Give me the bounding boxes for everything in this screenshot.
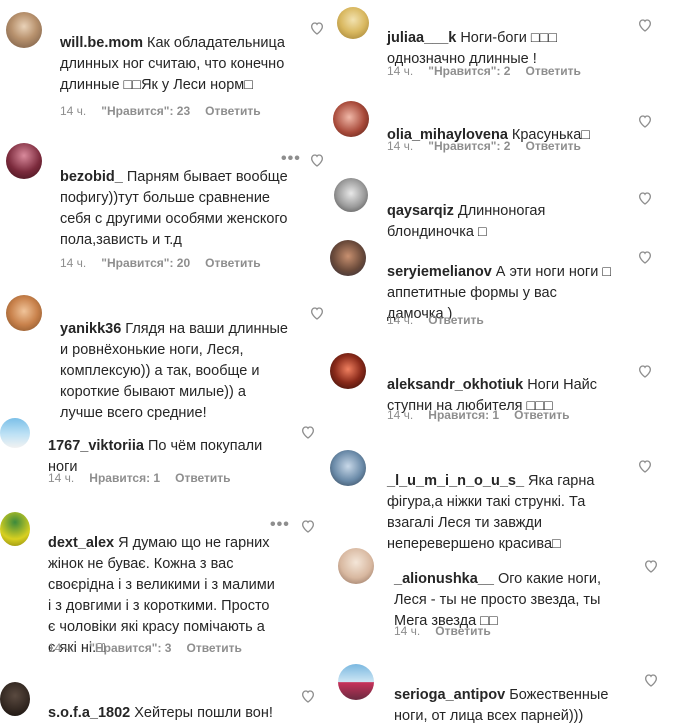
comment-text-block: juliaa___k Ноги-боги □□□ однозначно длинн… [387, 7, 637, 70]
comment-username[interactable]: _alionushka__ [394, 571, 494, 587]
heart-icon[interactable] [300, 424, 316, 440]
comment-username[interactable]: s.o.f.a_1802 [48, 705, 130, 721]
comment-text-block: s.o.f.a_1802 Хейтеры пошли вон! [48, 682, 298, 724]
avatar[interactable] [6, 12, 42, 48]
avatar[interactable] [330, 240, 366, 276]
comment-username[interactable]: _l_u_m_i_n_o_u_s_ [387, 473, 524, 489]
comment-time[interactable]: 14 ч. [48, 641, 74, 655]
heart-icon[interactable] [300, 688, 316, 704]
more-options-icon[interactable]: ••• [281, 150, 301, 168]
avatar[interactable] [330, 353, 366, 389]
comment-meta: 14 ч. "Нравится": 23 Ответить [60, 104, 276, 118]
heart-icon[interactable] [643, 558, 659, 574]
reply-button[interactable]: Ответить [205, 256, 260, 270]
comment-text-block: qaysarqiz Длинноногая блондиночка □ [387, 180, 617, 243]
comment-username[interactable]: yanikk36 [60, 321, 121, 337]
reply-button[interactable]: Ответить [175, 471, 230, 485]
reply-button[interactable]: Ответить [205, 104, 260, 118]
comment-username[interactable]: qaysarqiz [387, 203, 454, 219]
comment-time[interactable]: 14 ч. [394, 624, 420, 638]
heart-icon[interactable] [300, 518, 316, 534]
comment-username[interactable]: dext_alex [48, 535, 114, 551]
reply-button[interactable]: Ответить [525, 139, 580, 153]
avatar[interactable] [338, 548, 374, 584]
comment-meta: 14 ч. "Нравится": 3 Ответить [48, 641, 257, 655]
comment-meta: 14 ч. "Нравится": 20 Ответить [60, 256, 276, 270]
comment-time[interactable]: 14 ч. [387, 408, 413, 422]
comment-meta: 14 ч. "Нравится": 2 Ответить [387, 139, 596, 153]
comment-text-block: dext_alex Я думаю що не гарних жінок не б… [48, 512, 276, 659]
comment-text: Я думаю що не гарних жінок не буває. Кож… [48, 535, 275, 656]
comment-username[interactable]: serioga_antipov [394, 687, 505, 703]
avatar[interactable] [333, 101, 369, 137]
comment-username[interactable]: juliaa___k [387, 30, 456, 46]
heart-icon[interactable] [637, 190, 653, 206]
comment-text-block: _l_u_m_i_n_o_u_s_ Яка гарна фігура,а ніжк… [387, 450, 619, 555]
reply-button[interactable]: Ответить [435, 624, 490, 638]
comment-meta: 14 ч. Ответить [394, 624, 506, 638]
comment-text-block: bezobid_ Парням бывает вообще пофигу))тут… [60, 146, 290, 251]
comment-text-block: 1767_viktoriia По чём покупали ноги [48, 415, 284, 478]
avatar[interactable] [337, 7, 369, 39]
avatar[interactable] [334, 178, 368, 212]
comment-time[interactable]: 14 ч. [387, 313, 413, 327]
comment-likes[interactable]: Нравится: 1 [89, 471, 160, 485]
comment-text-block: will.be.mom Как обладательница длинных но… [60, 12, 292, 96]
comments-column-left: will.be.mom Как обладательница длинных но… [0, 0, 337, 725]
heart-icon[interactable] [309, 305, 325, 321]
comment-meta: 14 ч. "Нравится": 2 Ответить [387, 64, 596, 78]
heart-icon[interactable] [637, 363, 653, 379]
avatar[interactable] [0, 512, 30, 546]
comment-username[interactable]: seryiemelianov [387, 264, 492, 280]
heart-icon[interactable] [637, 113, 653, 129]
comment-likes[interactable]: "Нравится": 2 [428, 64, 510, 78]
comment-likes[interactable]: "Нравится": 3 [89, 641, 171, 655]
comment-text-block: serioga_antipov Божественные ноги, от лиц… [394, 664, 626, 727]
comment-username[interactable]: bezobid_ [60, 169, 123, 185]
comment-time[interactable]: 14 ч. [387, 139, 413, 153]
more-options-icon[interactable]: ••• [270, 516, 290, 534]
avatar[interactable] [0, 418, 30, 448]
comment-likes[interactable]: "Нравится": 2 [428, 139, 510, 153]
avatar[interactable] [6, 143, 42, 179]
heart-icon[interactable] [309, 152, 325, 168]
comment-likes[interactable]: "Нравится": 23 [101, 104, 190, 118]
comment-text-block: yanikk36 Глядя на ваши длинные и ровнёхон… [60, 298, 292, 424]
comment-likes[interactable]: Нравится: 1 [428, 408, 499, 422]
comment-meta: 14 ч. Нравится: 1 Ответить [387, 408, 585, 422]
comment-likes[interactable]: "Нравится": 20 [101, 256, 190, 270]
comment-time[interactable]: 14 ч. [60, 104, 86, 118]
avatar[interactable] [338, 664, 374, 700]
comment-username[interactable]: aleksandr_okhotiuk [387, 377, 523, 393]
comment-text: Хейтеры пошли вон! [134, 705, 273, 721]
reply-button[interactable]: Ответить [525, 64, 580, 78]
comment-meta: 14 ч. Нравится: 1 Ответить [48, 471, 246, 485]
heart-icon[interactable] [643, 672, 659, 688]
reply-button[interactable]: Ответить [514, 408, 569, 422]
heart-icon[interactable] [637, 249, 653, 265]
comment-time[interactable]: 14 ч. [387, 64, 413, 78]
avatar[interactable] [6, 295, 42, 331]
comment-username[interactable]: will.be.mom [60, 35, 143, 51]
reply-button[interactable]: Ответить [186, 641, 241, 655]
heart-icon[interactable] [637, 17, 653, 33]
comment-username[interactable]: 1767_viktoriia [48, 438, 144, 454]
comment-text-block: _alionushka__ Ого какие ноги, Леся - ты н… [394, 548, 626, 632]
comments-column-right: juliaa___k Ноги-боги □□□ однозначно длинн… [330, 0, 674, 727]
heart-icon[interactable] [309, 20, 325, 36]
comment-time[interactable]: 14 ч. [48, 471, 74, 485]
comment-time[interactable]: 14 ч. [60, 256, 86, 270]
avatar[interactable] [0, 682, 30, 716]
heart-icon[interactable] [637, 458, 653, 474]
comment-meta: 14 ч. Ответить [387, 313, 499, 327]
reply-button[interactable]: Ответить [428, 313, 483, 327]
avatar[interactable] [330, 450, 366, 486]
